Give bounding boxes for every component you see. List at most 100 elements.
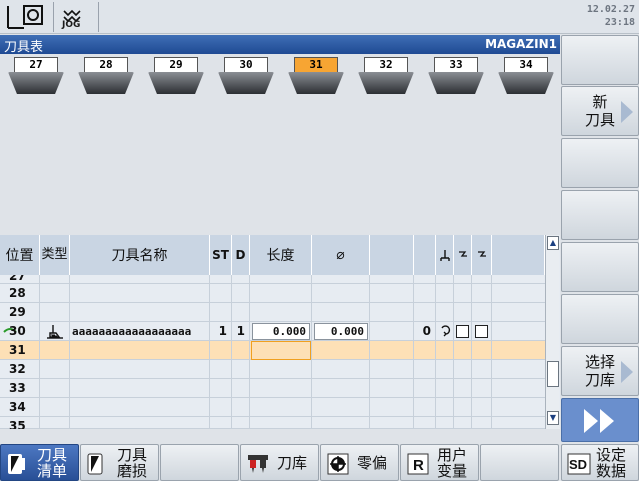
magazine-pocket-active[interactable]: 31 [288,56,344,96]
right-softkey-5[interactable] [561,242,639,292]
table-row[interactable]: 28 [0,284,545,303]
magazine-pocket[interactable]: 32 [358,56,414,96]
work-offset-button[interactable]: 零偏 [320,444,399,481]
softkey-line: 新 [592,93,608,111]
row-cell [312,275,370,284]
coolant2-checkbox[interactable] [475,325,488,338]
row-cell [250,341,312,360]
column-header-diameter: ⌀ [312,235,370,275]
bottom-softkey-7[interactable] [480,444,559,481]
row-position-text: 30 [9,324,26,338]
tool-icon [8,454,25,474]
softkey-line: 设定 [596,446,627,464]
double-arrow-right-icon [584,409,598,433]
pocket-number: 34 [504,57,548,73]
row-cell [70,275,210,284]
right-softkey-4[interactable] [561,190,639,240]
tool-table: 位置 类型 刀具名称 ST D 长度 ⌀ 27 28 29 30 aaaaaaa… [0,235,560,429]
mode-label: JOG [62,20,81,30]
pocket-number: 30 [224,57,268,73]
row-cell [312,417,370,429]
right-softkey-3[interactable] [561,138,639,188]
magazine-pocket[interactable]: 33 [428,56,484,96]
magazine-pocket[interactable]: 28 [78,56,134,96]
magazine-view: 27 28 29 30 31 32 33 34 [0,54,560,235]
magazine-button[interactable]: 刀库 [240,444,319,481]
row-cell [312,303,370,322]
row-cell [210,275,232,284]
row-position: 33 [0,379,40,398]
bottom-softkey-3[interactable] [160,444,239,481]
row-cell [250,284,312,303]
softkey-line: 刀库 [584,371,615,389]
tool-list-button[interactable]: 刀具 清单 [0,444,79,481]
user-variables-button[interactable]: R 用户 变量 [400,444,479,481]
column-header-name: 刀具名称 [70,235,210,275]
diameter-field[interactable]: 0.000 [314,323,368,340]
spindle-rotation-icon[interactable] [439,325,451,338]
svg-text:R: R [413,457,424,474]
magazine-pocket[interactable]: 29 [148,56,204,96]
row-cell [210,398,232,417]
coolant1-column-icon [454,235,472,275]
right-softkey-6[interactable] [561,294,639,344]
row-cell [370,360,414,379]
row-cell [414,360,436,379]
select-magazine-label: 选择 刀库 [578,353,622,389]
spindle-direction-value[interactable]: 0 [414,322,436,341]
row-position: 32 [0,360,40,379]
row-cell [210,284,232,303]
magazine-pocket[interactable]: 34 [498,56,554,96]
row-cell [436,275,454,284]
pocket-number: 28 [84,57,128,73]
table-row[interactable]: 27 [0,275,545,284]
table-row[interactable]: 35 [0,417,545,429]
row-cell [472,322,492,341]
table-row[interactable]: 32 [0,360,545,379]
tool-type-icon [47,325,63,339]
pocket-number: 27 [14,57,58,73]
softkey-line: 清单 [37,462,68,480]
row-cell [414,379,436,398]
table-row[interactable]: 34 [0,398,545,417]
next-page-button[interactable] [561,398,639,442]
softkey-line: 刀具 [117,446,148,464]
right-softkey-1[interactable] [561,35,639,85]
focused-cell[interactable] [251,341,311,360]
select-magazine-button[interactable]: 选择 刀库 [561,346,639,396]
table-row[interactable]: 33 [0,379,545,398]
scroll-up-button[interactable]: ▲ [547,236,559,250]
new-tool-button[interactable]: 新 刀具 [561,86,639,136]
scroll-thumb[interactable] [547,361,559,387]
row-cell [40,341,70,360]
tool-d[interactable]: 1 [232,322,250,341]
coolant1-checkbox[interactable] [456,325,469,338]
row-cell [414,417,436,429]
row-cell [454,284,472,303]
tool-st[interactable]: 1 [210,322,232,341]
column-header-position: 位置 [0,235,40,275]
column-header-type: 类型 [40,235,70,275]
table-row[interactable]: 29 [0,303,545,322]
row-cell [70,398,210,417]
row-cell [250,398,312,417]
magazine-pocket[interactable]: 30 [218,56,274,96]
setting-data-button[interactable]: SD 设定 数据 [561,444,639,481]
row-cell [472,398,492,417]
row-position: 28 [0,284,40,303]
table-scrollbar[interactable]: ▲ ▼ [545,235,559,429]
tool-wear-button[interactable]: 刀具 磨损 [80,444,159,481]
scroll-down-button[interactable]: ▼ [547,411,559,425]
row-cell [472,284,492,303]
table-row-tool[interactable]: 30 aaaaaaaaaaaaaaaaaa 1 1 0.000 0.000 0 [0,322,545,341]
table-row-selected[interactable]: 31 [0,341,545,360]
tool-name[interactable]: aaaaaaaaaaaaaaaaaa [70,322,210,341]
column-header-blank [492,235,545,275]
row-cell [210,341,232,360]
magazine-pocket[interactable]: 27 [8,56,64,96]
row-cell [436,303,454,322]
row-cell [40,303,70,322]
row-cell [414,341,436,360]
row-cell [454,398,472,417]
length-field[interactable]: 0.000 [252,323,310,340]
